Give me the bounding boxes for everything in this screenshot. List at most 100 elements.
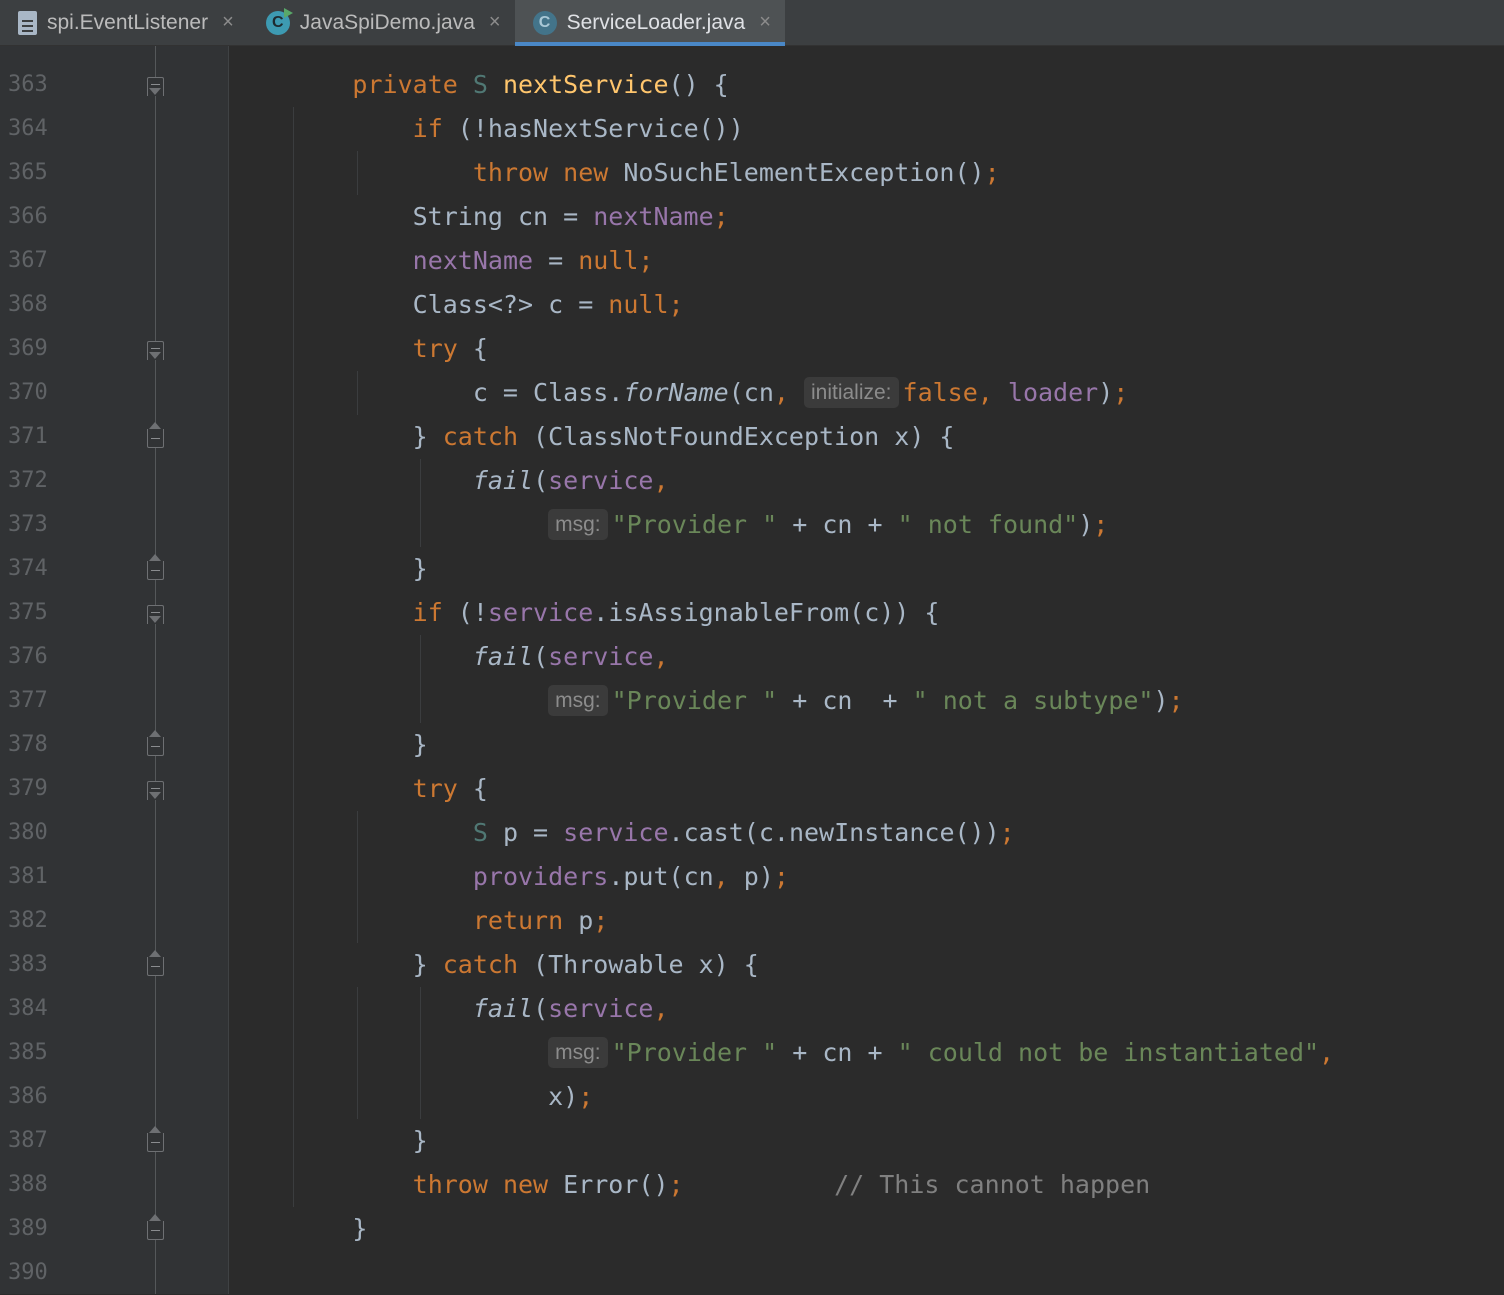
- tab-label: spi.EventListener: [47, 10, 209, 34]
- line-number: 371: [8, 424, 48, 449]
- fold-guide-line: [155, 46, 156, 1294]
- code-line[interactable]: msg: "Provider " + cn + " could not be in…: [232, 1031, 1334, 1075]
- code-token: ,: [1319, 1038, 1335, 1067]
- code-line[interactable]: }: [232, 1119, 428, 1163]
- parameter-hint: msg:: [548, 508, 608, 540]
- code-token: .put(cn: [608, 862, 714, 891]
- tab-javaspidemo[interactable]: C JavaSpiDemo.java ×: [248, 0, 515, 45]
- code-token: ;: [984, 158, 1000, 187]
- code-line[interactable]: if (!hasNextService()): [232, 107, 744, 151]
- code-token: throw new: [472, 158, 624, 187]
- code-token: Error(): [563, 1170, 669, 1199]
- code-token: {: [472, 774, 488, 803]
- code-token: ,: [653, 466, 669, 495]
- fold-close-icon[interactable]: [147, 1214, 164, 1240]
- code-line[interactable]: } catch (ClassNotFoundException x) {: [232, 415, 955, 459]
- code-token: p): [743, 862, 774, 891]
- code-line[interactable]: [232, 1251, 352, 1295]
- code-line[interactable]: x);: [232, 1075, 593, 1119]
- code-line[interactable]: msg: "Provider " + cn + " not a subtype")…: [232, 679, 1184, 723]
- code-line[interactable]: try {: [232, 327, 488, 371]
- code-line[interactable]: throw new Error(); // This cannot happen: [232, 1163, 1151, 1207]
- code-token: fail: [472, 466, 534, 495]
- tab-spi-eventlistener[interactable]: spi.EventListener ×: [0, 0, 248, 45]
- code-line[interactable]: fail(service,: [232, 635, 669, 679]
- line-number: 375: [8, 600, 48, 625]
- close-icon[interactable]: ×: [222, 11, 234, 34]
- line-number: 373: [8, 512, 48, 537]
- fold-close-icon[interactable]: [147, 422, 164, 448]
- code-token: providers: [472, 862, 609, 891]
- line-number: 376: [8, 644, 48, 669]
- fold-open-icon[interactable]: [147, 605, 164, 624]
- parameter-hint: msg:: [548, 1036, 608, 1068]
- code-token: ): [1078, 510, 1094, 539]
- line-number: 378: [8, 732, 48, 757]
- code-token: null;: [578, 246, 654, 275]
- code-line[interactable]: nextName = null;: [232, 239, 654, 283]
- code-line[interactable]: }: [232, 547, 428, 591]
- code-line[interactable]: }: [232, 1207, 367, 1251]
- code-line[interactable]: private S nextService() {: [232, 63, 729, 107]
- code-line[interactable]: if (!service.isAssignableFrom(c)) {: [232, 591, 940, 635]
- code-token: .cast(c.newInstance()): [668, 818, 1000, 847]
- line-number: 389: [8, 1216, 48, 1241]
- fold-close-icon[interactable]: [147, 730, 164, 756]
- code-token: "Provider ": [611, 686, 778, 715]
- close-icon[interactable]: ×: [489, 11, 501, 34]
- code-token: (!: [457, 598, 488, 627]
- fold-open-icon[interactable]: [147, 77, 164, 96]
- fold-close-icon[interactable]: [147, 554, 164, 580]
- code-line[interactable]: msg: "Provider " + cn + " not found");: [232, 503, 1108, 547]
- code-token: }: [352, 730, 428, 759]
- code-token: false,: [902, 378, 1008, 407]
- code-token: ;: [578, 1082, 594, 1111]
- tab-label: ServiceLoader.java: [566, 10, 746, 34]
- code-token: .isAssignableFrom(c)) {: [593, 598, 940, 627]
- line-number: 381: [8, 864, 48, 889]
- fold-close-icon[interactable]: [147, 950, 164, 976]
- code-line[interactable]: try {: [232, 767, 488, 811]
- code-token: null;: [608, 290, 684, 319]
- editor-gutter[interactable]: 363 364 365 366 367 368 369 370 371 372 373 374 375 3…: [0, 46, 228, 1294]
- code-line[interactable]: } catch (Throwable x) {: [232, 943, 759, 987]
- fold-close-icon[interactable]: [147, 1126, 164, 1152]
- code-token: nextName: [412, 246, 534, 275]
- fold-open-icon[interactable]: [147, 781, 164, 800]
- code-token: ;: [593, 906, 609, 935]
- code-line[interactable]: c = Class.forName(cn, initialize: false, …: [232, 371, 1128, 415]
- line-number: 387: [8, 1128, 48, 1153]
- fold-open-icon[interactable]: [147, 341, 164, 360]
- parameter-hint: msg:: [548, 684, 608, 716]
- code-line[interactable]: S p = service.cast(c.newInstance());: [232, 811, 1015, 855]
- code-token: () {: [668, 70, 729, 99]
- line-number: 390: [8, 1260, 48, 1285]
- code-token: }: [352, 554, 428, 583]
- code-token: ,: [713, 862, 744, 891]
- close-icon[interactable]: ×: [759, 11, 771, 34]
- code-token: ;: [713, 202, 729, 231]
- code-token: ,: [653, 642, 669, 671]
- code-line[interactable]: String cn = nextName;: [232, 195, 729, 239]
- code-line[interactable]: throw new NoSuchElementException();: [232, 151, 1000, 195]
- code-line[interactable]: providers.put(cn, p);: [232, 855, 789, 899]
- code-token: c = Class.: [352, 378, 624, 407]
- code-token: " not found": [897, 510, 1079, 539]
- code-line[interactable]: fail(service,: [232, 987, 669, 1031]
- tab-serviceloader[interactable]: C ServiceLoader.java ×: [514, 0, 786, 46]
- code-token: NoSuchElementException(): [623, 158, 985, 187]
- code-line[interactable]: fail(service,: [232, 459, 669, 503]
- code-line[interactable]: return p;: [232, 899, 608, 943]
- parameter-hint: initialize:: [803, 376, 899, 408]
- code-line[interactable]: }: [232, 723, 428, 767]
- code-line[interactable]: Class<?> c = null;: [232, 283, 684, 327]
- code-token: ;: [1168, 686, 1184, 715]
- code-token: ;: [1093, 510, 1109, 539]
- line-number: 382: [8, 908, 48, 933]
